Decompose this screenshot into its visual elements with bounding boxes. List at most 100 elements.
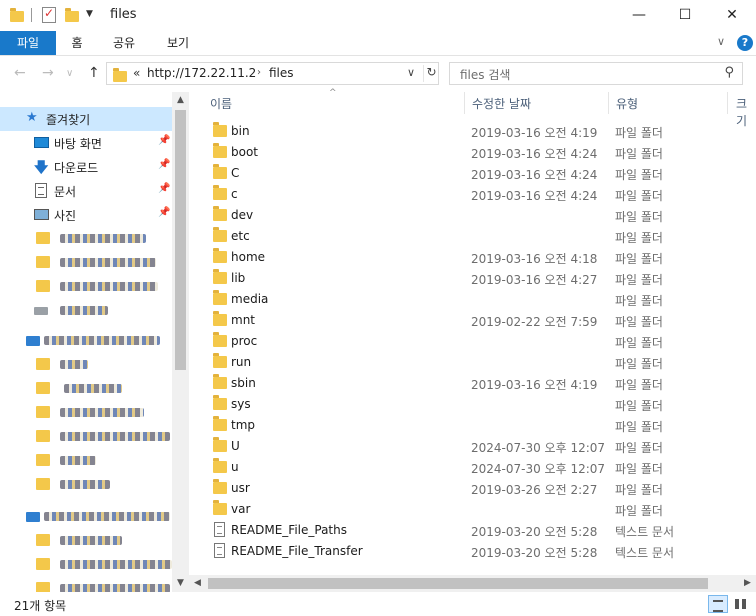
file-list-horizontal-scrollbar[interactable]: ◀ ▶ xyxy=(189,575,756,592)
file-row[interactable]: C 2019-03-16 오전 4:24 파일 폴더 xyxy=(196,163,746,184)
file-row[interactable]: mnt 2019-02-22 오전 7:59 파일 폴더 xyxy=(196,310,746,331)
file-row[interactable]: u 2024-07-30 오후 12:07 파일 폴더 xyxy=(196,457,746,478)
column-divider[interactable] xyxy=(608,92,609,114)
file-row[interactable]: run 파일 폴더 xyxy=(196,352,746,373)
file-type: 텍스트 문서 xyxy=(615,525,675,539)
nav-item-obscured[interactable] xyxy=(0,425,172,449)
close-button[interactable]: ✕ xyxy=(709,0,755,31)
nav-item-obscured[interactable] xyxy=(0,251,172,275)
nav-item-obscured[interactable] xyxy=(0,473,172,497)
forward-arrow-icon[interactable]: → xyxy=(42,65,54,81)
details-view-icon[interactable] xyxy=(708,595,728,613)
customize-toolbar-chevron-icon[interactable]: ▼ xyxy=(86,9,93,19)
file-type: 파일 폴더 xyxy=(615,273,663,287)
file-row[interactable]: var 파일 폴더 xyxy=(196,499,746,520)
ribbon-expand-chevron-icon[interactable]: ∨ xyxy=(717,35,725,48)
address-separator-chevron-icon[interactable]: › xyxy=(257,67,261,78)
search-input[interactable]: files 검색 ⚲ xyxy=(449,62,743,85)
obscured-label xyxy=(60,408,144,417)
file-row[interactable]: lib 2019-03-16 오전 4:27 파일 폴더 xyxy=(196,268,746,289)
tab-file[interactable]: 파일 xyxy=(0,31,56,55)
column-header-name[interactable]: 이름 xyxy=(210,95,232,112)
folder-icon xyxy=(213,269,227,284)
pin-icon[interactable]: 📌 xyxy=(158,207,170,218)
new-folder-icon[interactable] xyxy=(65,8,79,22)
scroll-up-arrow-icon[interactable]: ▲ xyxy=(172,92,189,109)
file-type: 파일 폴더 xyxy=(615,147,663,161)
nav-pane-scrollbar[interactable]: ▲ ▼ xyxy=(172,92,189,592)
nav-item-obscured[interactable] xyxy=(0,505,172,529)
address-history-chevron-icon[interactable]: ∨ xyxy=(407,66,415,79)
address-segment-files[interactable]: files xyxy=(269,66,294,80)
file-date: 2019-03-20 오전 5:28 xyxy=(471,525,598,539)
pin-icon[interactable]: 📌 xyxy=(158,159,170,170)
file-row[interactable]: bin 2019-03-16 오전 4:19 파일 폴더 xyxy=(196,121,746,142)
file-row[interactable]: dev 파일 폴더 xyxy=(196,205,746,226)
nav-item-obscured[interactable] xyxy=(0,275,172,299)
file-row[interactable]: c 2019-03-16 오전 4:24 파일 폴더 xyxy=(196,184,746,205)
nav-item-obscured[interactable] xyxy=(0,529,172,553)
file-row[interactable]: sbin 2019-03-16 오전 4:19 파일 폴더 xyxy=(196,373,746,394)
folder-icon xyxy=(36,280,50,292)
file-row[interactable]: media 파일 폴더 xyxy=(196,289,746,310)
nav-item-obscured[interactable] xyxy=(0,353,172,377)
file-row[interactable]: README_File_Paths 2019-03-20 오전 5:28 텍스트 문… xyxy=(196,520,746,541)
scroll-left-arrow-icon[interactable]: ◀ xyxy=(189,575,206,592)
search-icon[interactable]: ⚲ xyxy=(724,65,734,80)
obscured-label xyxy=(60,560,172,569)
nav-item-desktop[interactable]: 바탕 화면 📌 xyxy=(0,131,172,155)
nav-item-obscured[interactable] xyxy=(0,377,172,401)
address-overflow-icon[interactable]: « xyxy=(133,66,140,80)
nav-quick-access[interactable]: ★ 즐겨찾기 xyxy=(0,107,172,131)
properties-icon[interactable] xyxy=(42,6,56,23)
column-divider[interactable] xyxy=(464,92,465,114)
obscured-label xyxy=(60,360,88,369)
tab-share[interactable]: 공유 xyxy=(104,31,144,55)
minimize-button[interactable]: — xyxy=(616,0,662,31)
scroll-down-arrow-icon[interactable]: ▼ xyxy=(172,575,189,592)
nav-item-obscured[interactable] xyxy=(0,227,172,251)
column-header-type[interactable]: 유형 xyxy=(616,95,638,112)
file-row[interactable]: sys 파일 폴더 xyxy=(196,394,746,415)
navigation-bar: ← → ∨ ↑ « http://172.22.11.2 › files ∨ ↻… xyxy=(0,56,756,92)
file-row[interactable]: home 2019-03-16 오전 4:18 파일 폴더 xyxy=(196,247,746,268)
nav-item-obscured[interactable] xyxy=(0,449,172,473)
nav-item-documents[interactable]: 문서 📌 xyxy=(0,179,172,203)
column-header-date[interactable]: 수정한 날짜 xyxy=(472,95,531,112)
file-row[interactable]: proc 파일 폴더 xyxy=(196,331,746,352)
file-name: u xyxy=(231,460,239,474)
folder-icon xyxy=(36,358,50,370)
nav-item-downloads[interactable]: 🡇 다운로드 📌 xyxy=(0,155,172,179)
pin-icon[interactable]: 📌 xyxy=(158,183,170,194)
file-row[interactable]: tmp 파일 폴더 xyxy=(196,415,746,436)
tab-home[interactable]: 홈 xyxy=(62,31,92,55)
pin-icon[interactable]: 📌 xyxy=(158,135,170,146)
scroll-right-arrow-icon[interactable]: ▶ xyxy=(739,575,756,592)
scrollbar-thumb[interactable] xyxy=(208,578,708,589)
nav-item-obscured[interactable] xyxy=(0,329,172,353)
nav-item-obscured[interactable] xyxy=(0,401,172,425)
nav-item-label: 문서 xyxy=(54,185,77,199)
nav-item-pictures[interactable]: 사진 📌 xyxy=(0,203,172,227)
recent-locations-chevron-icon[interactable]: ∨ xyxy=(66,68,73,79)
column-divider[interactable] xyxy=(727,92,728,114)
refresh-icon[interactable]: ↻ xyxy=(423,65,439,82)
obscured-label xyxy=(60,258,156,267)
maximize-button[interactable]: ☐ xyxy=(662,0,708,31)
back-arrow-icon[interactable]: ← xyxy=(14,65,26,81)
file-row[interactable]: README_File_Transfer 2019-03-20 오전 5:28 텍스… xyxy=(196,541,746,562)
nav-item-obscured[interactable] xyxy=(0,553,172,577)
up-arrow-icon[interactable]: ↑ xyxy=(88,65,100,81)
address-bar[interactable]: « http://172.22.11.2 › files ∨ ↻ xyxy=(106,62,439,85)
file-row[interactable]: boot 2019-03-16 오전 4:24 파일 폴더 xyxy=(196,142,746,163)
scrollbar-thumb[interactable] xyxy=(175,110,186,370)
file-row[interactable]: U 2024-07-30 오후 12:07 파일 폴더 xyxy=(196,436,746,457)
file-name: bin xyxy=(231,124,250,138)
address-segment-host[interactable]: http://172.22.11.2 xyxy=(147,66,256,80)
large-icons-view-icon[interactable] xyxy=(732,595,750,613)
tab-view[interactable]: 보기 xyxy=(158,31,198,55)
nav-item-obscured[interactable] xyxy=(0,299,172,323)
file-row[interactable]: etc 파일 폴더 xyxy=(196,226,746,247)
help-icon[interactable]: ? xyxy=(737,35,753,51)
file-row[interactable]: usr 2019-03-26 오전 2:27 파일 폴더 xyxy=(196,478,746,499)
